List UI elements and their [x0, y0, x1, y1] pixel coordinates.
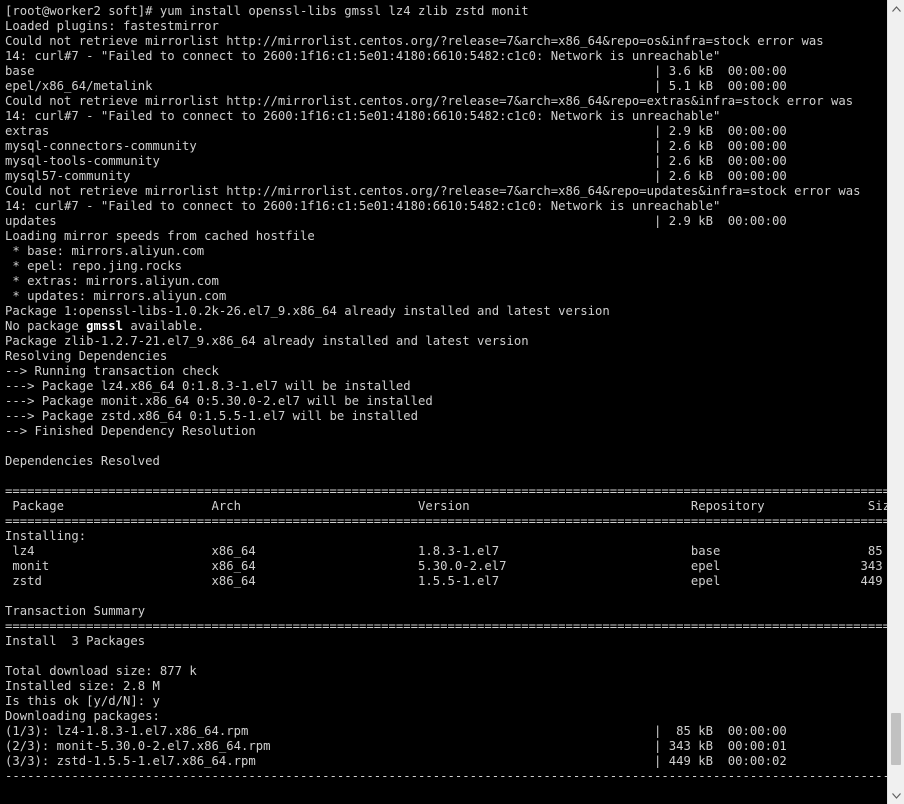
terminal-line: Loaded plugins: fastestmirror [5, 19, 219, 33]
terminal-line: 14: curl#7 - "Failed to connect to 2600:… [5, 109, 721, 123]
terminal-line: Installed size: 2.8 M [5, 679, 160, 693]
terminal-line: --> Finished Dependency Resolution [5, 424, 256, 438]
terminal-line: Transaction Summary [5, 604, 146, 618]
terminal-line: Package 1:openssl-libs-1.0.2k-26.el7_9.x… [5, 304, 610, 318]
terminal-line: Install 3 Packages [5, 634, 146, 648]
terminal-line: Could not retrieve mirrorlist http://mir… [5, 184, 861, 198]
terminal-line: mysql-connectors-community | 2.6 kB 00:0… [5, 139, 787, 153]
terminal-line: Package Arch Version Repository Size [5, 499, 887, 513]
terminal-line: ---> Package lz4.x86_64 0:1.8.3-1.el7 wi… [5, 379, 411, 393]
terminal-line: ========================================… [5, 619, 887, 633]
missing-package-name: gmssl [86, 319, 124, 333]
terminal-line: ---> Package monit.x86_64 0:5.30.0-2.el7… [5, 394, 433, 408]
terminal-line: ========================================… [5, 514, 887, 528]
terminal-line: --> Running transaction check [5, 364, 219, 378]
terminal-line: Package zlib-1.2.7-21.el7_9.x86_64 alrea… [5, 334, 529, 348]
terminal-line: Total download size: 877 k [5, 664, 197, 678]
terminal-line: 14: curl#7 - "Failed to connect to 2600:… [5, 199, 721, 213]
terminal-line: Loading mirror speeds from cached hostfi… [5, 229, 315, 243]
terminal-line: lz4 x86_64 1.8.3-1.el7 base 85 k [5, 544, 887, 558]
terminal-output: [root@worker2 soft]# yum install openssl… [0, 0, 887, 784]
terminal-line: No package gmssl available. [5, 319, 205, 333]
terminal-line: * updates: mirrors.aliyun.com [5, 289, 227, 303]
terminal-line: (2/3): monit-5.30.0-2.el7.x86_64.rpm | 3… [5, 739, 787, 753]
terminal-line: Resolving Dependencies [5, 349, 168, 363]
terminal-line: * epel: repo.jing.rocks [5, 259, 183, 273]
terminal-line: mysql-tools-community | 2.6 kB 00:00:00 [5, 154, 787, 168]
terminal-line: [root@worker2 soft]# yum install openssl… [5, 4, 529, 18]
scrollbar-thumb[interactable] [891, 713, 901, 765]
terminal-window[interactable]: [root@worker2 soft]# yum install openssl… [0, 0, 887, 804]
terminal-line: epel/x86_64/metalink | 5.1 kB 00:00:00 [5, 79, 787, 93]
terminal-line: * extras: mirrors.aliyun.com [5, 274, 219, 288]
terminal-line: ---> Package zstd.x86_64 0:1.5.5-1.el7 w… [5, 409, 419, 423]
terminal-line: Installing: [5, 529, 87, 543]
terminal-line: zstd x86_64 1.5.5-1.el7 epel 449 k [5, 574, 887, 588]
terminal-line: ========================================… [5, 484, 887, 498]
terminal-line: monit x86_64 5.30.0-2.el7 epel 343 k [5, 559, 887, 573]
terminal-line: extras | 2.9 kB 00:00:00 [5, 124, 787, 138]
terminal-line: updates | 2.9 kB 00:00:00 [5, 214, 787, 228]
scroll-down-arrow-icon[interactable] [888, 787, 904, 804]
terminal-line: ----------------------------------------… [5, 769, 887, 783]
vertical-scrollbar[interactable] [887, 0, 904, 804]
terminal-line: * base: mirrors.aliyun.com [5, 244, 205, 258]
scroll-up-arrow-icon[interactable] [888, 0, 904, 17]
terminal-line: (1/3): lz4-1.8.3-1.el7.x86_64.rpm | 85 k… [5, 724, 787, 738]
terminal-line: (3/3): zstd-1.5.5-1.el7.x86_64.rpm | 449… [5, 754, 787, 768]
terminal-line: Could not retrieve mirrorlist http://mir… [5, 94, 854, 108]
terminal-line: 14: curl#7 - "Failed to connect to 2600:… [5, 49, 721, 63]
terminal-line: Is this ok [y/d/N]: y [5, 694, 160, 708]
terminal-line: Dependencies Resolved [5, 454, 160, 468]
terminal-line: base | 3.6 kB 00:00:00 [5, 64, 787, 78]
terminal-line: Could not retrieve mirrorlist http://mir… [5, 34, 824, 48]
terminal-line: mysql57-community | 2.6 kB 00:00:00 [5, 169, 787, 183]
terminal-line: Downloading packages: [5, 709, 160, 723]
